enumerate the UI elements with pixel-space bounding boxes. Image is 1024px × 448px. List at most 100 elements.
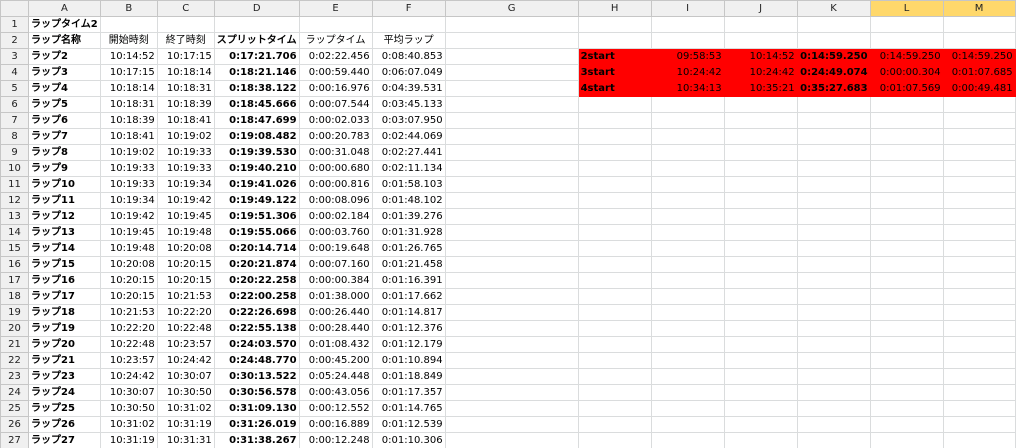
cell-a6[interactable]: ラップ5 — [28, 96, 101, 113]
cell-i11[interactable] — [650, 176, 725, 193]
cell-h14[interactable] — [577, 224, 652, 241]
cell-l5[interactable]: 0:01:07.569 — [869, 80, 944, 97]
cell-k14[interactable] — [796, 224, 871, 241]
cell-k16[interactable] — [796, 256, 871, 273]
cell-l25[interactable] — [869, 400, 944, 417]
cell-j20[interactable] — [723, 320, 798, 337]
cell-h23[interactable] — [577, 368, 652, 385]
cell-g18[interactable] — [444, 288, 579, 305]
cell-f3[interactable]: 0:08:40.853 — [371, 48, 446, 65]
cell-h10[interactable] — [577, 160, 652, 177]
cell-m6[interactable] — [942, 96, 1016, 113]
cell-l14[interactable] — [869, 224, 944, 241]
row-header-4[interactable]: 4 — [0, 64, 29, 81]
cell-j25[interactable] — [723, 400, 798, 417]
row-header-8[interactable]: 8 — [0, 128, 29, 145]
cell-k12[interactable] — [796, 192, 871, 209]
cell-a23[interactable]: ラップ23 — [28, 368, 101, 385]
row-header-12[interactable]: 12 — [0, 192, 29, 209]
cell-i23[interactable] — [650, 368, 725, 385]
cell-a13[interactable]: ラップ12 — [28, 208, 101, 225]
cell-j18[interactable] — [723, 288, 798, 305]
cell-a21[interactable]: ラップ20 — [28, 336, 101, 353]
cell-i20[interactable] — [650, 320, 725, 337]
cell-f15[interactable]: 0:01:26.765 — [371, 240, 446, 257]
cell-d2[interactable]: スプリットタイム — [213, 32, 300, 49]
cell-k19[interactable] — [796, 304, 871, 321]
cell-g17[interactable] — [444, 272, 579, 289]
row-header-13[interactable]: 13 — [0, 208, 29, 225]
cell-i24[interactable] — [650, 384, 725, 401]
cell-e10[interactable]: 0:00:00.680 — [298, 160, 373, 177]
cell-d6[interactable]: 0:18:45.666 — [213, 96, 300, 113]
cell-c7[interactable]: 10:18:41 — [156, 112, 215, 129]
cell-a2[interactable]: ラップ名称 — [28, 32, 101, 49]
cell-m11[interactable] — [942, 176, 1016, 193]
cell-e3[interactable]: 0:02:22.456 — [298, 48, 373, 65]
cell-a24[interactable]: ラップ24 — [28, 384, 101, 401]
cell-l6[interactable] — [869, 96, 944, 113]
cell-k18[interactable] — [796, 288, 871, 305]
cell-l4[interactable]: 0:00:00.304 — [869, 64, 944, 81]
cell-j6[interactable] — [723, 96, 798, 113]
cell-e17[interactable]: 0:00:00.384 — [298, 272, 373, 289]
cell-i1[interactable] — [650, 16, 725, 33]
cell-e1[interactable] — [298, 16, 373, 33]
cell-g10[interactable] — [444, 160, 579, 177]
cell-h25[interactable] — [577, 400, 652, 417]
cell-h16[interactable] — [577, 256, 652, 273]
cell-b25[interactable]: 10:30:50 — [99, 400, 158, 417]
cell-d12[interactable]: 0:19:49.122 — [213, 192, 300, 209]
cell-i19[interactable] — [650, 304, 725, 321]
cell-i17[interactable] — [650, 272, 725, 289]
cell-j12[interactable] — [723, 192, 798, 209]
cell-c4[interactable]: 10:18:14 — [156, 64, 215, 81]
cell-h7[interactable] — [577, 112, 652, 129]
cell-m22[interactable] — [942, 352, 1016, 369]
cell-g1[interactable] — [444, 16, 579, 33]
cell-i6[interactable] — [650, 96, 725, 113]
cell-i5[interactable]: 10:34:13 — [650, 80, 725, 97]
cell-l1[interactable] — [869, 16, 944, 33]
cell-i4[interactable]: 10:24:42 — [650, 64, 725, 81]
cell-k7[interactable] — [796, 112, 871, 129]
cell-m5[interactable]: 0:00:49.481 — [942, 80, 1016, 97]
column-header-f[interactable]: F — [371, 0, 446, 17]
cell-g26[interactable] — [444, 416, 579, 433]
cell-d27[interactable]: 0:31:38.267 — [213, 432, 300, 448]
cell-f10[interactable]: 0:02:11.134 — [371, 160, 446, 177]
row-header-22[interactable]: 22 — [0, 352, 29, 369]
cell-k23[interactable] — [796, 368, 871, 385]
cell-c15[interactable]: 10:20:08 — [156, 240, 215, 257]
cell-e15[interactable]: 0:00:19.648 — [298, 240, 373, 257]
cell-m24[interactable] — [942, 384, 1016, 401]
cell-l8[interactable] — [869, 128, 944, 145]
cell-h13[interactable] — [577, 208, 652, 225]
cell-i8[interactable] — [650, 128, 725, 145]
cell-h2[interactable] — [577, 32, 652, 49]
cell-m7[interactable] — [942, 112, 1016, 129]
cell-f20[interactable]: 0:01:12.376 — [371, 320, 446, 337]
cell-h4[interactable]: 3start — [577, 64, 652, 81]
cell-e11[interactable]: 0:00:00.816 — [298, 176, 373, 193]
cell-l19[interactable] — [869, 304, 944, 321]
cell-a4[interactable]: ラップ3 — [28, 64, 101, 81]
cell-k10[interactable] — [796, 160, 871, 177]
cell-m13[interactable] — [942, 208, 1016, 225]
cell-j8[interactable] — [723, 128, 798, 145]
cell-b13[interactable]: 10:19:42 — [99, 208, 158, 225]
cell-b24[interactable]: 10:30:07 — [99, 384, 158, 401]
cell-g19[interactable] — [444, 304, 579, 321]
cell-d8[interactable]: 0:19:08.482 — [213, 128, 300, 145]
cell-j7[interactable] — [723, 112, 798, 129]
cell-m3[interactable]: 0:14:59.250 — [942, 48, 1016, 65]
cell-d20[interactable]: 0:22:55.138 — [213, 320, 300, 337]
cell-f2[interactable]: 平均ラップ — [371, 32, 446, 49]
cell-g4[interactable] — [444, 64, 579, 81]
cell-j15[interactable] — [723, 240, 798, 257]
row-header-5[interactable]: 5 — [0, 80, 29, 97]
row-header-17[interactable]: 17 — [0, 272, 29, 289]
cell-i22[interactable] — [650, 352, 725, 369]
cell-f16[interactable]: 0:01:21.458 — [371, 256, 446, 273]
cell-l7[interactable] — [869, 112, 944, 129]
